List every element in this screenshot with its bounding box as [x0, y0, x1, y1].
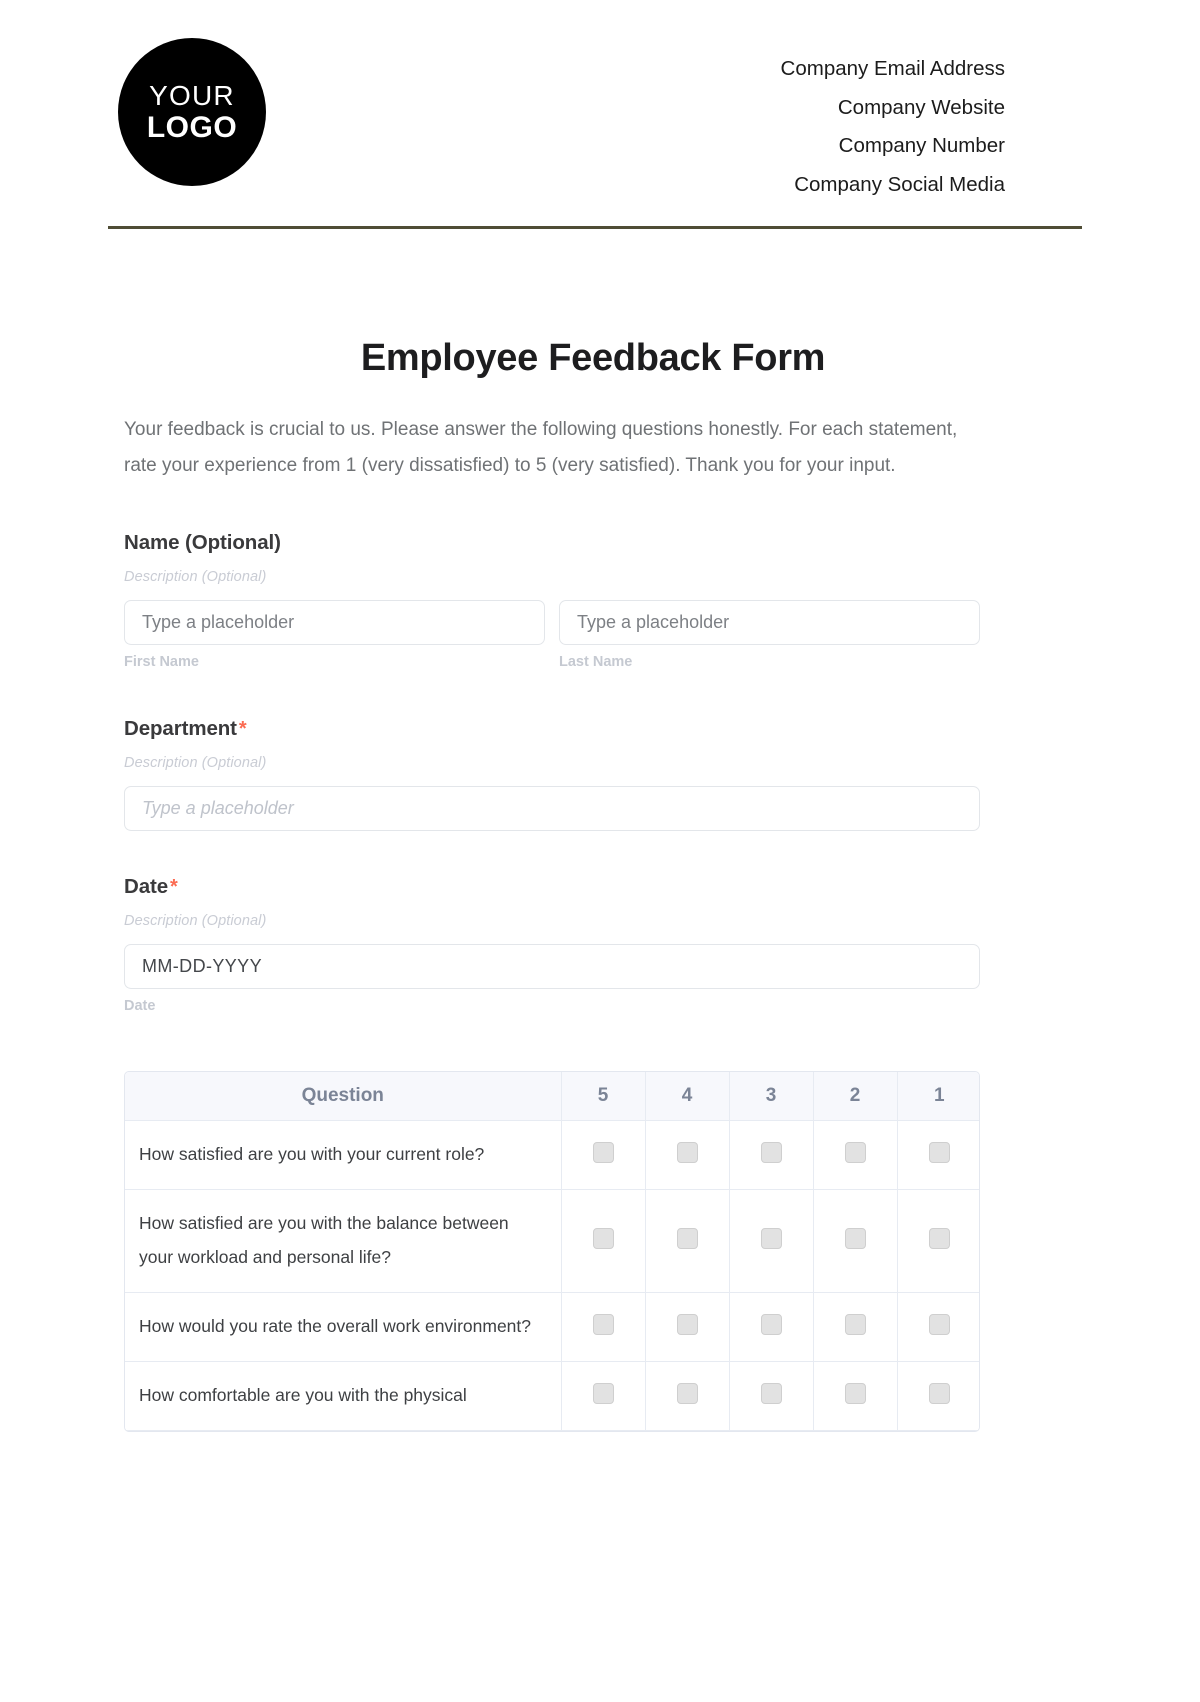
- checkbox-icon[interactable]: [592, 1227, 614, 1249]
- field-department-label: Department *: [124, 717, 980, 741]
- field-name-label: Name (Optional): [124, 531, 281, 554]
- rating-cell-4[interactable]: [645, 1292, 730, 1362]
- checkbox-icon[interactable]: [928, 1313, 950, 1335]
- date-input[interactable]: MM-DD-YYYY: [124, 944, 980, 989]
- question-text: How satisfied are you with the balance b…: [125, 1189, 562, 1293]
- column-header-question: Question: [125, 1072, 562, 1121]
- intro-paragraph: Your feedback is crucial to us. Please a…: [124, 419, 958, 476]
- header-divider: [108, 226, 1082, 229]
- field-date-description: Description (Optional): [124, 913, 267, 929]
- field-date-sublabels: Date: [124, 998, 980, 1014]
- checkbox-icon[interactable]: [844, 1141, 866, 1163]
- department-input[interactable]: Type a placeholder: [124, 786, 980, 831]
- logo-top-text: YOUR: [149, 79, 235, 111]
- last-name-sublabel: Last Name: [559, 654, 633, 670]
- checkbox-icon[interactable]: [760, 1227, 782, 1249]
- form-page: YOUR LOGO Company Email Address Company …: [0, 0, 1200, 1702]
- rating-cell-3[interactable]: [729, 1189, 814, 1293]
- table-row: How would you rate the overall work envi…: [125, 1292, 979, 1362]
- field-date-inputs: MM-DD-YYYY: [124, 944, 980, 989]
- field-name-description: Description (Optional): [124, 569, 267, 585]
- rating-cell-1[interactable]: [897, 1120, 979, 1190]
- required-asterisk-icon: *: [170, 876, 178, 898]
- column-header-1: 1: [897, 1072, 979, 1121]
- contact-social-line: Company Social Media: [794, 172, 1005, 196]
- checkbox-icon[interactable]: [844, 1227, 866, 1249]
- rating-cell-5[interactable]: [561, 1361, 646, 1431]
- contact-number-line: Company Number: [838, 134, 1005, 157]
- rating-cell-3[interactable]: [729, 1292, 814, 1362]
- checkbox-icon[interactable]: [760, 1382, 782, 1404]
- checkbox-icon[interactable]: [928, 1227, 950, 1249]
- rating-cell-5[interactable]: [561, 1189, 646, 1293]
- first-name-input[interactable]: Type a placeholder: [124, 600, 545, 645]
- field-department-inputs: Type a placeholder: [124, 786, 980, 831]
- question-text: How would you rate the overall work envi…: [125, 1292, 562, 1362]
- checkbox-icon[interactable]: [592, 1382, 614, 1404]
- table-header-row: Question 5 4 3 2 1: [125, 1072, 979, 1121]
- field-department: Department * Description (Optional) Type …: [124, 717, 980, 831]
- field-date-label: Date *: [124, 875, 980, 899]
- checkbox-icon[interactable]: [676, 1141, 698, 1163]
- rating-cell-5[interactable]: [561, 1120, 646, 1190]
- checkbox-icon[interactable]: [592, 1141, 614, 1163]
- page-header: YOUR LOGO Company Email Address Company …: [0, 0, 1200, 204]
- rating-cell-1[interactable]: [897, 1292, 979, 1362]
- rating-matrix: Question 5 4 3 2 1 How satisfied are you…: [124, 1071, 980, 1432]
- checkbox-icon[interactable]: [844, 1382, 866, 1404]
- rating-cell-2[interactable]: [813, 1292, 898, 1362]
- question-text: How satisfied are you with your current …: [125, 1120, 562, 1190]
- rating-cell-5[interactable]: [561, 1292, 646, 1362]
- table-row: How satisfied are you with your current …: [125, 1120, 979, 1190]
- field-name-inputs: Type a placeholder Type a placeholder: [124, 600, 980, 645]
- field-date-label-text: Date: [124, 875, 169, 898]
- column-header-3: 3: [729, 1072, 814, 1121]
- page-title: Employee Feedback Form: [360, 337, 826, 379]
- date-sublabel: Date: [124, 998, 156, 1014]
- rating-cell-3[interactable]: [729, 1361, 814, 1431]
- last-name-input[interactable]: Type a placeholder: [559, 600, 980, 645]
- table-row: How comfortable are you with the physica…: [125, 1361, 979, 1431]
- rating-cell-4[interactable]: [645, 1120, 730, 1190]
- rating-cell-4[interactable]: [645, 1361, 730, 1431]
- field-date: Date * Description (Optional) MM-DD-YYYY …: [124, 875, 980, 1014]
- rating-cell-2[interactable]: [813, 1361, 898, 1431]
- rating-cell-1[interactable]: [897, 1189, 979, 1293]
- contact-website-line: Company Website: [837, 95, 1005, 119]
- column-header-5: 5: [561, 1072, 646, 1121]
- checkbox-icon[interactable]: [928, 1141, 950, 1163]
- checkbox-icon[interactable]: [844, 1313, 866, 1335]
- contact-email-line: Company Email Address: [780, 57, 1005, 80]
- table-row: How satisfied are you with the balance b…: [125, 1189, 979, 1293]
- company-logo: YOUR LOGO: [118, 38, 266, 186]
- rating-cell-4[interactable]: [645, 1189, 730, 1293]
- rating-cell-1[interactable]: [897, 1361, 979, 1431]
- checkbox-icon[interactable]: [676, 1382, 698, 1404]
- rating-cell-2[interactable]: [813, 1120, 898, 1190]
- column-header-4: 4: [645, 1072, 730, 1121]
- first-name-sublabel: First Name: [124, 654, 199, 670]
- question-text: How comfortable are you with the physica…: [125, 1361, 562, 1431]
- checkbox-icon[interactable]: [676, 1227, 698, 1249]
- field-department-description: Description (Optional): [124, 755, 267, 771]
- checkbox-icon[interactable]: [592, 1313, 614, 1335]
- checkbox-icon[interactable]: [676, 1313, 698, 1335]
- company-contact-block: Company Email Address Company Website Co…: [781, 38, 1005, 204]
- logo-bottom-text: LOGO: [146, 110, 238, 144]
- column-header-2: 2: [813, 1072, 898, 1121]
- field-name-sublabels: First Name Last Name: [124, 654, 980, 670]
- checkbox-icon[interactable]: [760, 1313, 782, 1335]
- field-department-label-text: Department: [124, 717, 237, 740]
- checkbox-icon[interactable]: [928, 1382, 950, 1404]
- field-name: Name (Optional) Description (Optional) T…: [124, 531, 980, 670]
- rating-cell-2[interactable]: [813, 1189, 898, 1293]
- required-asterisk-icon: *: [238, 718, 247, 740]
- checkbox-icon[interactable]: [760, 1141, 782, 1163]
- rating-cell-3[interactable]: [729, 1120, 814, 1190]
